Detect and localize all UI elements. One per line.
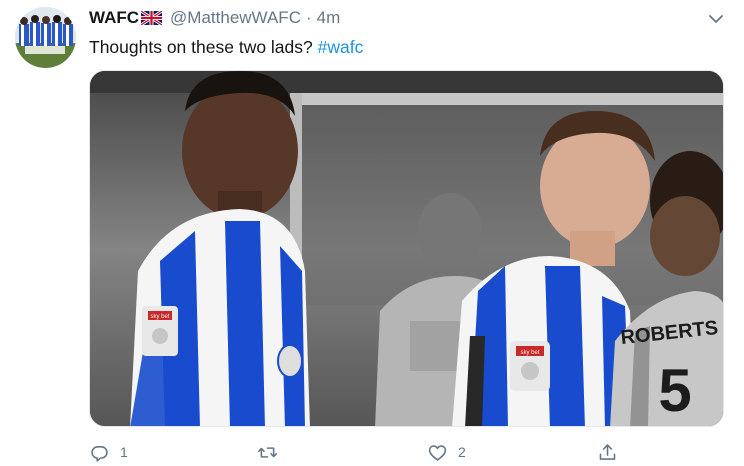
share-icon	[599, 443, 616, 460]
heart-icon	[428, 444, 447, 461]
tweet-body-text: Thoughts on these two lads?	[89, 37, 313, 57]
tweet-header: WAFC @MatthewWAFC · 4m	[89, 7, 340, 29]
user-handle[interactable]: @MatthewWAFC	[170, 8, 301, 28]
avatar[interactable]	[15, 7, 76, 68]
reply-button[interactable]: 1	[89, 438, 128, 466]
retweet-icon	[257, 446, 278, 458]
reply-icon	[91, 445, 108, 462]
tweet-actions: 1 2	[89, 438, 724, 466]
avatar-image	[15, 7, 76, 68]
uk-flag-icon	[140, 9, 163, 27]
share-button[interactable]	[597, 438, 618, 466]
hashtag-link[interactable]: #wafc	[318, 37, 364, 57]
like-button[interactable]: 2	[427, 438, 466, 466]
photo-two-players: sky bet sky bet ROBERTS 5	[90, 71, 723, 426]
timestamp[interactable]: 4m	[317, 8, 341, 28]
retweet-button[interactable]	[257, 438, 288, 466]
separator-dot: ·	[305, 8, 312, 27]
tweet-photo[interactable]: sky bet sky bet ROBERTS 5	[89, 70, 724, 427]
tweet-card[interactable]: WAFC @MatthewWAFC · 4m Thoughts on these…	[0, 0, 744, 466]
tweet-text: Thoughts on these two lads? #wafc	[89, 36, 363, 58]
like-count: 2	[458, 444, 466, 460]
chevron-down-icon[interactable]	[706, 10, 726, 28]
reply-count: 1	[120, 444, 128, 460]
display-name[interactable]: WAFC	[89, 8, 139, 28]
